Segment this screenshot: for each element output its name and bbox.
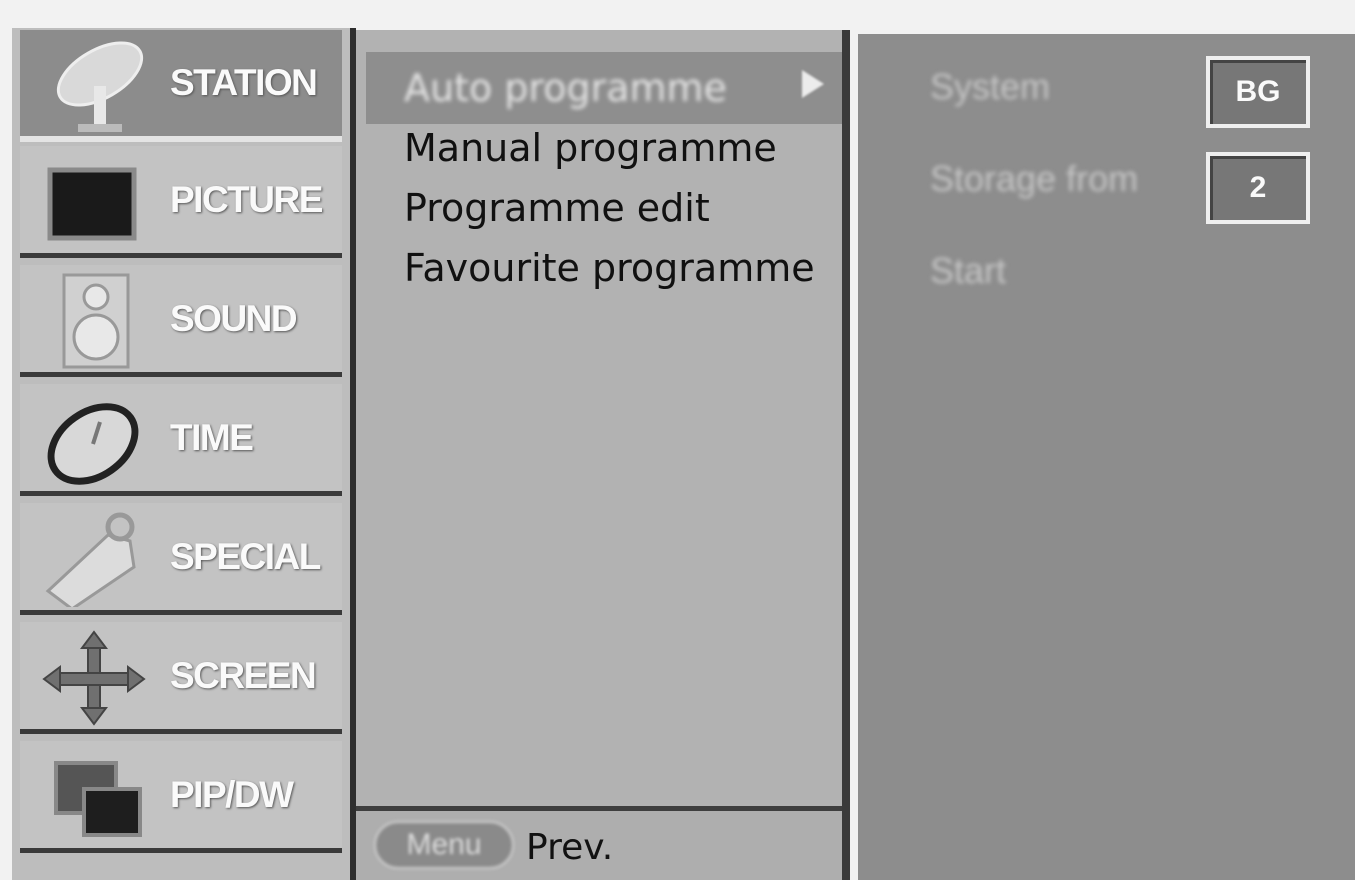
category-label: STATION	[170, 62, 318, 103]
submenu-item-manual-programme[interactable]: Manual programme	[404, 126, 777, 170]
option-system-value[interactable]: BG	[1206, 56, 1310, 128]
submenu-footer: Menu Prev.	[356, 806, 842, 880]
satellite-dish-icon	[56, 41, 144, 132]
pip-windows-icon	[54, 761, 142, 837]
move-arrows-icon	[42, 630, 146, 726]
option-storage-from-label: Storage from	[930, 158, 1139, 199]
category-label: SOUND	[170, 297, 298, 339]
clock-icon	[47, 403, 139, 485]
prev-label: Prev.	[526, 827, 614, 868]
arrow-right-icon	[802, 70, 824, 98]
category-sound[interactable]: SOUND	[20, 265, 342, 377]
submenu-item-auto-programme[interactable]: Auto programme	[404, 66, 727, 110]
screen-icon	[47, 167, 137, 241]
category-time[interactable]: TIME	[20, 384, 342, 496]
menu-button[interactable]: Menu	[374, 821, 514, 869]
speaker-icon	[62, 273, 130, 369]
category-label: TIME	[170, 416, 254, 458]
submenu-item-programme-edit[interactable]: Programme edit	[404, 186, 710, 230]
category-station[interactable]: STATION	[20, 30, 342, 142]
option-start-label[interactable]: Start	[930, 250, 1006, 292]
submenu-panel: Auto programme Manual programme Programm…	[356, 30, 850, 880]
category-special[interactable]: SPECIAL	[20, 503, 342, 615]
category-screen[interactable]: SCREEN	[20, 622, 342, 734]
category-label: PICTURE	[170, 178, 323, 220]
category-label: PIP/DW	[170, 773, 294, 815]
category-label: SCREEN	[170, 654, 317, 696]
options-panel: System BG Storage from 2 Start	[858, 34, 1355, 880]
submenu-item-favourite-programme[interactable]: Favourite programme	[404, 246, 815, 290]
category-pip-dw[interactable]: PIP/DW	[20, 741, 342, 853]
category-picture[interactable]: PICTURE	[20, 146, 342, 258]
category-menu: STATION PICTURE SOUND TIME SPECIAL SCREE…	[12, 28, 356, 880]
tag-icon	[45, 512, 136, 607]
option-system-label: System	[930, 66, 1051, 107]
category-label: SPECIAL	[170, 535, 321, 577]
option-storage-from-value[interactable]: 2	[1206, 152, 1310, 224]
